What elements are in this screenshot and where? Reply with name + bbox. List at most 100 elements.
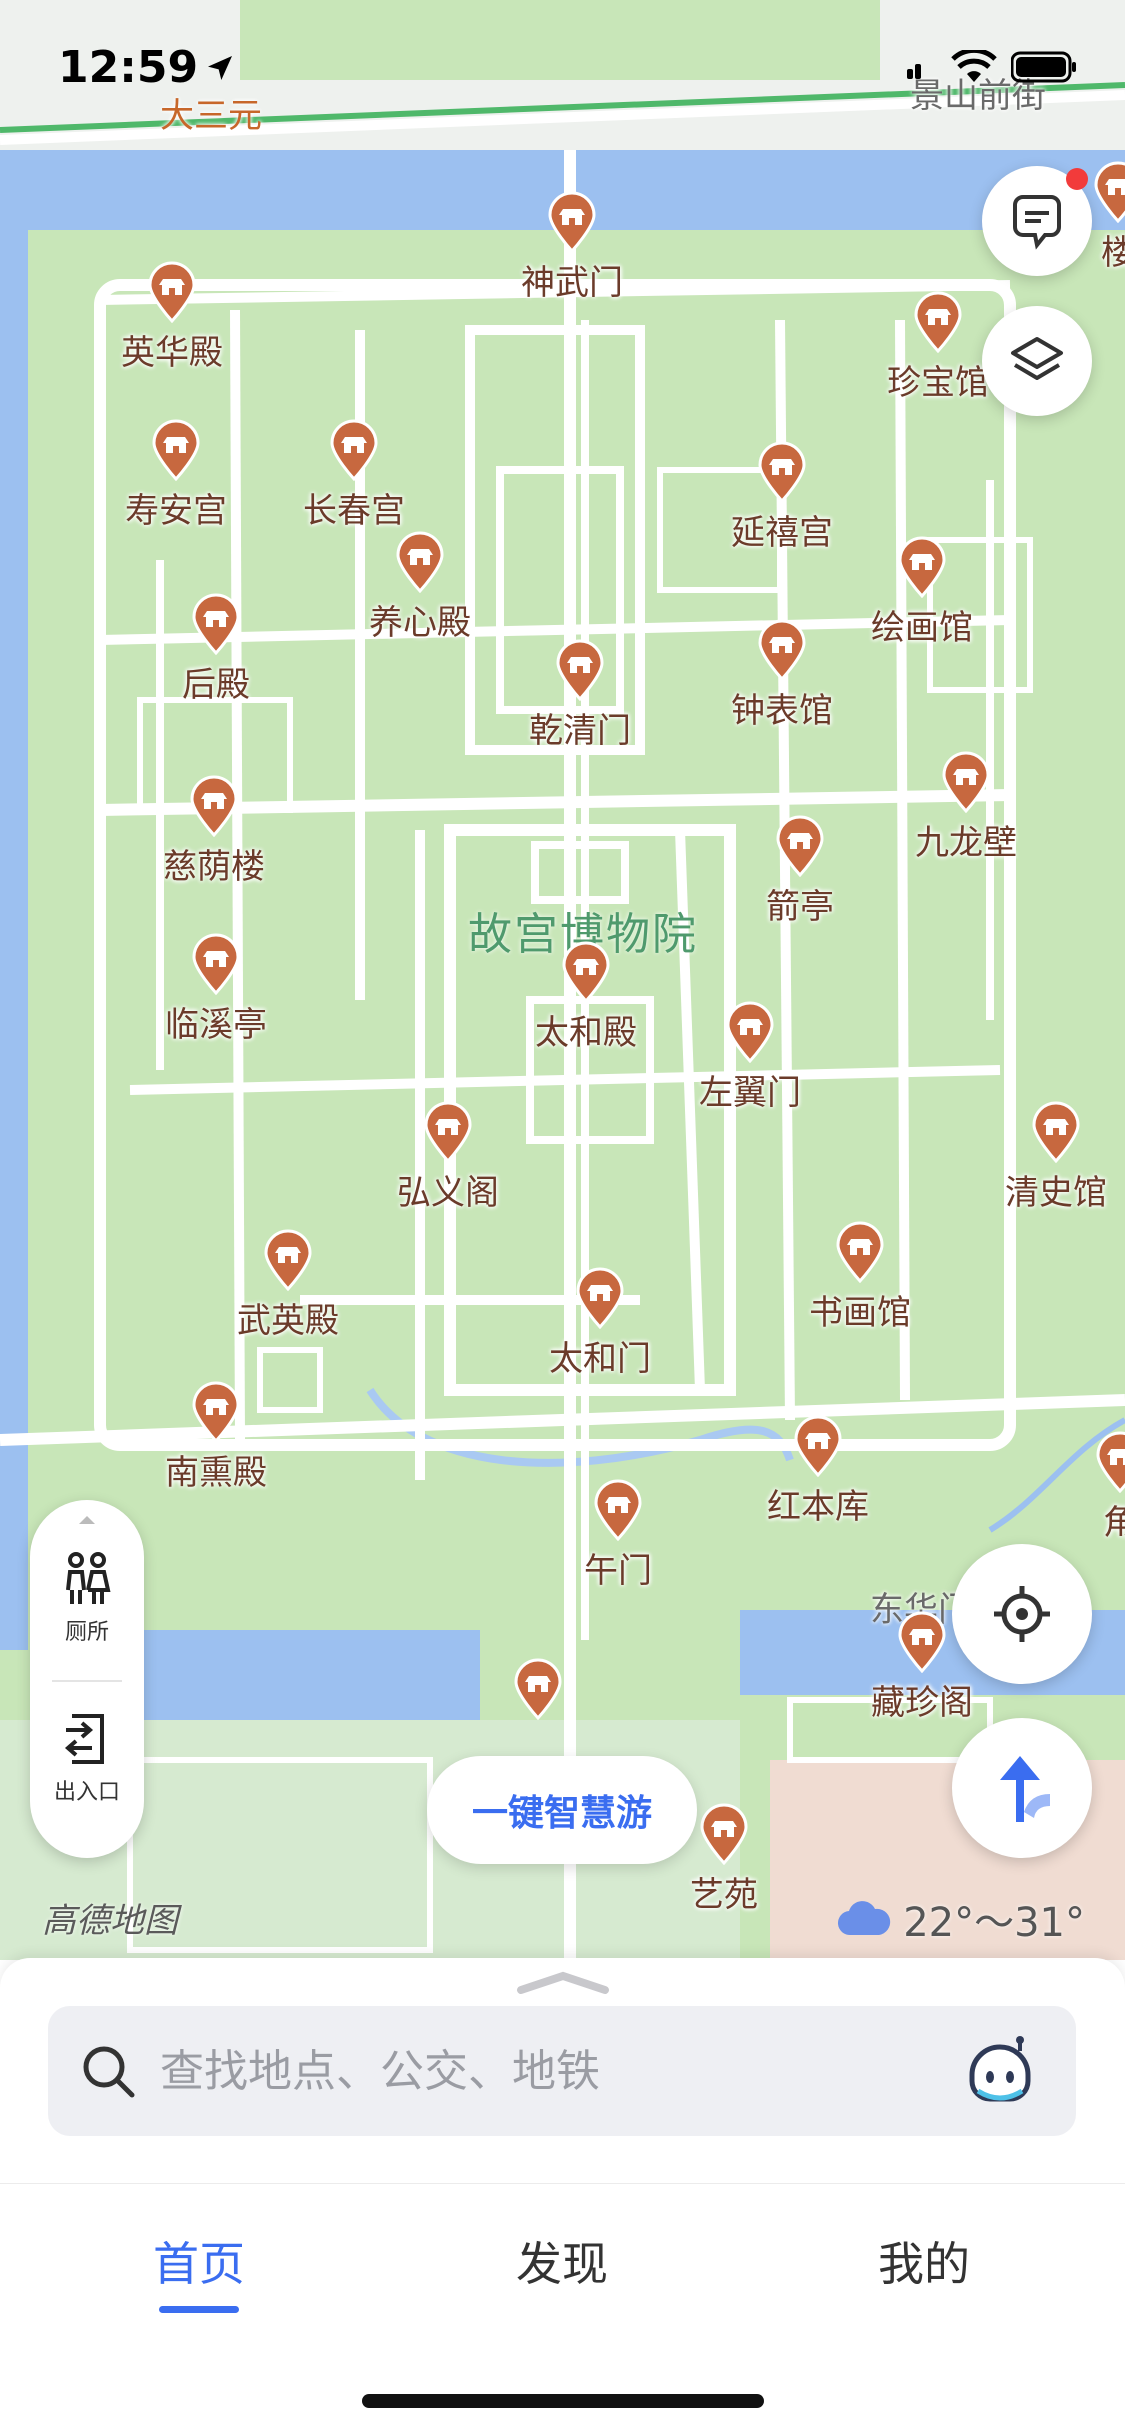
poi-label: 武英殿 [237, 1301, 339, 1341]
tab-mine[interactable]: 我的 [878, 2228, 970, 2294]
poi-marker[interactable]: 武英殿 [237, 1229, 339, 1342]
poi-label: 太和殿 [535, 1013, 637, 1053]
poi-marker[interactable]: 长春宫 [303, 419, 405, 532]
palace-pin-icon [514, 1658, 562, 1720]
palace-pin-icon [396, 531, 444, 593]
toilet-button[interactable]: 厕所 [30, 1550, 144, 1646]
palace-pin-icon [726, 1001, 774, 1063]
poi-marker[interactable]: 左翼门 [699, 1001, 801, 1114]
tab-discover[interactable]: 发现 [516, 2228, 608, 2294]
poi-marker[interactable]: 寿安宫 [125, 419, 227, 532]
poi-marker[interactable]: 英华殿 [121, 261, 223, 374]
route-arrow-icon [1000, 1756, 1050, 1822]
layers-button[interactable] [982, 306, 1092, 416]
poi-marker[interactable]: 后殿 [182, 593, 250, 706]
poi-label: 红本库 [767, 1487, 869, 1527]
home-indicator [362, 2394, 764, 2408]
tab-mine-label: 我的 [878, 2237, 970, 2291]
chevron-up-icon[interactable] [77, 1514, 97, 1526]
palace-pin-icon [700, 1803, 748, 1865]
signal-icon [907, 64, 921, 79]
palace-pin-icon [898, 536, 946, 598]
poi-label: 延禧宫 [731, 513, 833, 553]
poi-label: 乾清门 [529, 711, 631, 751]
search-icon [83, 2046, 135, 2098]
poi-label: 艺苑 [690, 1875, 758, 1915]
poi-marker[interactable]: 南熏殿 [165, 1381, 267, 1494]
poi-label: 绘画馆 [871, 608, 973, 648]
weather-widget[interactable]: 22°～31° [837, 1890, 1085, 1948]
poi-label: 左翼门 [699, 1073, 801, 1113]
palace-pin-icon [1032, 1101, 1080, 1163]
locate-button[interactable] [952, 1544, 1092, 1684]
notification-dot [1066, 168, 1088, 190]
status-time: 12:59 [58, 42, 199, 93]
route-button[interactable] [952, 1718, 1092, 1858]
palace-pin-icon [758, 441, 806, 503]
poi-label: 九龙壁 [915, 823, 1017, 863]
palace-pin-icon [192, 933, 240, 995]
entrance-button[interactable]: 出入口 [30, 1710, 144, 1806]
search-bar[interactable] [48, 2006, 1076, 2136]
poi-marker[interactable]: 清史馆 [1005, 1101, 1107, 1214]
sheet-handle-icon[interactable] [515, 1970, 611, 1996]
palace-pin-icon [1094, 161, 1125, 223]
palace-pin-icon [914, 291, 962, 353]
crosshair-icon [994, 1586, 1050, 1642]
poi-marker[interactable]: 临溪亭 [165, 933, 267, 1046]
wifi-icon [951, 50, 997, 82]
poi-label: 清史馆 [1005, 1173, 1107, 1213]
poi-label: 南熏殿 [165, 1453, 267, 1493]
status-indicators [907, 50, 1077, 84]
poi-label: 太和门 [549, 1339, 651, 1379]
poi-label: 午门 [584, 1551, 652, 1591]
palace-pin-icon [152, 419, 200, 481]
poi-marker[interactable]: 楼 [1091, 161, 1125, 274]
poi-marker[interactable]: 红本库 [767, 1415, 869, 1528]
poi-marker[interactable]: 箭亭 [766, 815, 834, 928]
poi-marker[interactable]: 神武门 [521, 191, 623, 304]
palace-pin-icon [148, 261, 196, 323]
poi-label: 珍宝馆 [887, 363, 989, 403]
palace-pin-icon [836, 1221, 884, 1283]
map-canvas[interactable]: 大三元 景山前街 东华门 故宫博物院 神武门 英华殿 珍宝馆 寿安宫 长春宫 延禧宫 养心殿… [0, 0, 1125, 1960]
poi-label: 慈荫楼 [163, 847, 265, 887]
smart-tour-button[interactable]: 一键智慧游 [427, 1756, 697, 1864]
poi-marker[interactable] [511, 1658, 565, 1720]
palace-pin-icon [898, 1611, 946, 1673]
poi-marker[interactable]: 角 [1093, 1431, 1125, 1544]
palace-pin-icon [776, 815, 824, 877]
poi-label: 英华殿 [121, 333, 223, 373]
poi-label: 后殿 [182, 665, 250, 705]
poi-marker[interactable]: 弘义阁 [397, 1101, 499, 1214]
search-input[interactable] [158, 2044, 922, 2098]
poi-marker[interactable]: 九龙壁 [915, 751, 1017, 864]
poi-marker[interactable]: 钟表馆 [731, 619, 833, 732]
poi-marker[interactable]: 乾清门 [529, 639, 631, 752]
poi-marker[interactable]: 养心殿 [369, 531, 471, 644]
poi-label: 弘义阁 [397, 1173, 499, 1213]
poi-marker[interactable]: 艺苑 [690, 1803, 758, 1916]
palace-pin-icon [556, 639, 604, 701]
poi-label: 箭亭 [766, 887, 834, 927]
poi-marker[interactable]: 书画馆 [809, 1221, 911, 1334]
poi-marker[interactable]: 慈荫楼 [163, 775, 265, 888]
poi-marker[interactable]: 午门 [584, 1479, 652, 1592]
poi-label: 角 [1103, 1503, 1125, 1543]
tab-discover-label: 发现 [516, 2237, 608, 2291]
street-label-dasanyuan: 大三元 [160, 96, 262, 136]
poi-marker[interactable]: 延禧宫 [731, 441, 833, 554]
palace-pin-icon [942, 751, 990, 813]
tab-active-indicator [159, 2306, 239, 2313]
poi-marker[interactable]: 绘画馆 [871, 536, 973, 649]
poi-marker[interactable]: 太和殿 [535, 941, 637, 1054]
assistant-avatar-icon[interactable] [960, 2031, 1040, 2111]
toilet-label: 厕所 [64, 1620, 109, 1645]
palace-pin-icon [576, 1267, 624, 1329]
location-arrow-icon [208, 55, 233, 80]
poi-marker[interactable]: 太和门 [549, 1267, 651, 1380]
tab-home[interactable]: 首页 [153, 2228, 245, 2313]
poi-label: 藏珍阁 [871, 1683, 973, 1723]
message-button[interactable] [982, 166, 1092, 276]
poi-marker[interactable]: 珍宝馆 [887, 291, 989, 404]
